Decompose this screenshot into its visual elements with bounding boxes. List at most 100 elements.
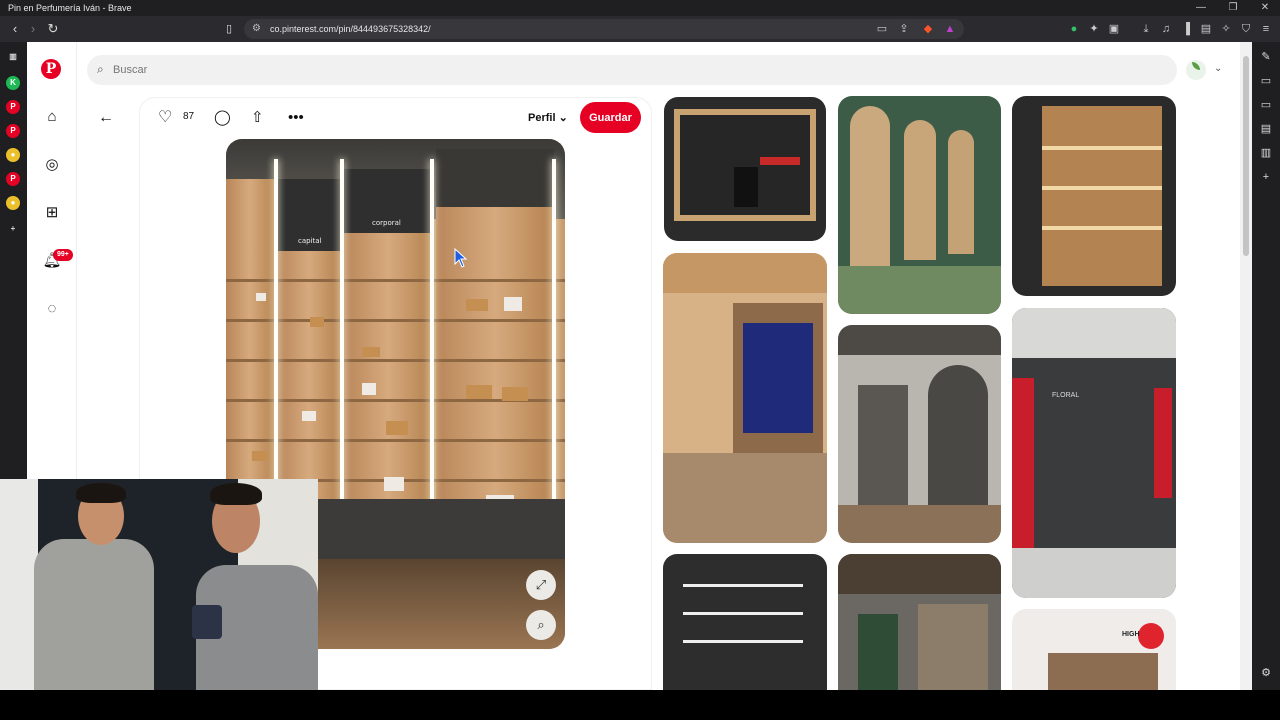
board-select-label: Perfil	[528, 112, 556, 124]
pin-tile[interactable]: HIGH	[1012, 609, 1176, 690]
product-box	[362, 383, 376, 395]
avatar[interactable]	[1186, 60, 1206, 80]
search-input[interactable]	[113, 55, 1113, 85]
sidebar-panel-icon[interactable]: ▥	[6, 50, 20, 64]
scrollbar-thumb[interactable]	[1243, 56, 1249, 256]
url-text: co.pinterest.com/pin/844493675328342/	[270, 24, 431, 34]
leo-ai-icon[interactable]: ✎	[1259, 50, 1273, 64]
address-bar[interactable]: ⚙ co.pinterest.com/pin/844493675328342/	[244, 19, 964, 39]
leo-icon[interactable]: ✧	[1218, 21, 1234, 37]
home-icon[interactable]: ⌂	[41, 106, 63, 128]
site-info-icon[interactable]: ⚙	[252, 19, 261, 39]
product-box	[252, 451, 268, 461]
sidebar-toggle-icon[interactable]: ▐	[1178, 21, 1194, 37]
comment-icon[interactable]: ◯	[214, 110, 231, 126]
browser-right-panel: ✎ ▭ ▭ ▤ ▥ + ⚙	[1252, 42, 1280, 720]
pinterest-tab-icon[interactable]: P	[6, 172, 20, 186]
plus-square-icon[interactable]: ⊞	[41, 202, 63, 224]
search-icon: ⌕	[97, 62, 104, 76]
back-arrow-icon[interactable]: ←	[98, 110, 114, 126]
avatar-leaf-icon	[1192, 62, 1200, 70]
brave-shield-icon[interactable]: ◆	[920, 21, 936, 37]
product-box	[386, 421, 408, 435]
heart-icon[interactable]: ♡	[158, 110, 172, 126]
screen: Pin en Perfumería Iván - Brave — ❐ ✕ ‹ ›…	[0, 0, 1280, 720]
add-panel-icon[interactable]: +	[1259, 170, 1273, 184]
share-icon[interactable]: ⇪	[896, 21, 912, 37]
forward-icon[interactable]: ›	[24, 20, 42, 38]
settings-icon[interactable]: ⚙	[1259, 666, 1273, 680]
pin-tile[interactable]	[663, 554, 827, 690]
reading-list-icon[interactable]: ▭	[1259, 98, 1273, 112]
person-left-hair	[76, 483, 126, 503]
product-box	[466, 385, 492, 399]
bookmark-icon[interactable]: ▯	[220, 20, 238, 38]
tile-sign-text: FLORAL	[1052, 392, 1080, 399]
pin-tile[interactable]	[1012, 96, 1176, 296]
expand-icon[interactable]: ⤢	[526, 570, 556, 600]
pin-tile[interactable]	[838, 325, 1001, 543]
chat-icon[interactable]: ◌	[41, 298, 63, 320]
webcam-wall	[0, 479, 38, 690]
page-scrollbar[interactable]	[1240, 42, 1252, 690]
tile-logo-text: HIGH	[1122, 631, 1140, 638]
download-icon[interactable]: ⤓	[1138, 21, 1154, 37]
screenshot-icon[interactable]: ▣	[1106, 21, 1122, 37]
window-title: Pin en Perfumería Iván - Brave	[8, 3, 132, 13]
menu-icon[interactable]: ≡	[1258, 21, 1274, 37]
chrome-tab-icon[interactable]: ●	[6, 196, 20, 210]
sign-text: corporal	[372, 219, 401, 227]
media-icon[interactable]: ♫	[1158, 21, 1174, 37]
board-select[interactable]: Perfil ⌄	[528, 111, 568, 124]
window-titlebar: Pin en Perfumería Iván - Brave — ❐ ✕	[0, 0, 1280, 16]
visual-search-icon[interactable]: ⌕	[526, 610, 556, 640]
sign-panel	[436, 149, 554, 207]
chevron-down-icon[interactable]: ⌄	[1214, 63, 1222, 74]
vpn-icon[interactable]: ⛉	[1238, 21, 1254, 37]
product-box	[466, 299, 488, 311]
like-count: 87	[183, 111, 195, 122]
product-box	[310, 317, 324, 327]
pinterest-tab-icon[interactable]: P	[6, 124, 20, 138]
product-box	[384, 477, 404, 491]
bookmarks-icon[interactable]: ▥	[1259, 146, 1273, 160]
minimize-button[interactable]: —	[1186, 0, 1216, 16]
kick-icon[interactable]: K	[6, 76, 20, 90]
chrome-tab-icon[interactable]: ●	[6, 148, 20, 162]
more-options-icon[interactable]: •••	[288, 110, 304, 126]
history-icon[interactable]: ▤	[1259, 122, 1273, 136]
pin-tile[interactable]	[838, 96, 1001, 314]
maximize-button[interactable]: ❐	[1218, 0, 1248, 16]
person-right-hair	[210, 483, 262, 505]
product-box	[256, 293, 266, 301]
back-icon[interactable]: ‹	[6, 20, 24, 38]
person-left	[34, 539, 154, 690]
wallet-icon[interactable]: ▤	[1198, 21, 1214, 37]
cast-icon[interactable]: ▭	[874, 21, 890, 37]
product-box	[362, 347, 380, 357]
close-window-button[interactable]: ✕	[1250, 0, 1280, 16]
bottom-black-bar	[0, 690, 1280, 720]
browser-toolbar: ‹ › ↻ ▯ ⚙ co.pinterest.com/pin/844493675…	[0, 16, 1280, 42]
compass-icon[interactable]: ◎	[41, 154, 63, 176]
webcam-overlay	[0, 479, 318, 690]
extensions-icon[interactable]: ✦	[1086, 21, 1102, 37]
tab-list-icon[interactable]: ▭	[1259, 74, 1273, 88]
pinterest-tab-icon[interactable]: P	[6, 100, 20, 114]
phone	[192, 605, 222, 639]
add-tab-icon[interactable]: +	[6, 222, 20, 236]
reload-icon[interactable]: ↻	[44, 20, 62, 38]
pin-tile[interactable]	[838, 554, 1001, 690]
save-button[interactable]: Guardar	[580, 102, 641, 133]
pinterest-logo[interactable]: P	[41, 59, 61, 79]
share-upload-icon[interactable]: ⇧	[251, 110, 264, 126]
pin-tile[interactable]	[663, 253, 827, 543]
pin-tile[interactable]: FLORAL	[1012, 308, 1176, 598]
mouse-cursor	[454, 248, 468, 268]
product-box	[302, 411, 316, 421]
extension-green-icon[interactable]: ●	[1066, 21, 1082, 37]
product-box	[504, 297, 522, 311]
search-bar[interactable]: ⌕	[87, 55, 1177, 85]
brave-rewards-icon[interactable]: ▲	[942, 21, 958, 37]
pin-tile[interactable]	[664, 97, 826, 241]
